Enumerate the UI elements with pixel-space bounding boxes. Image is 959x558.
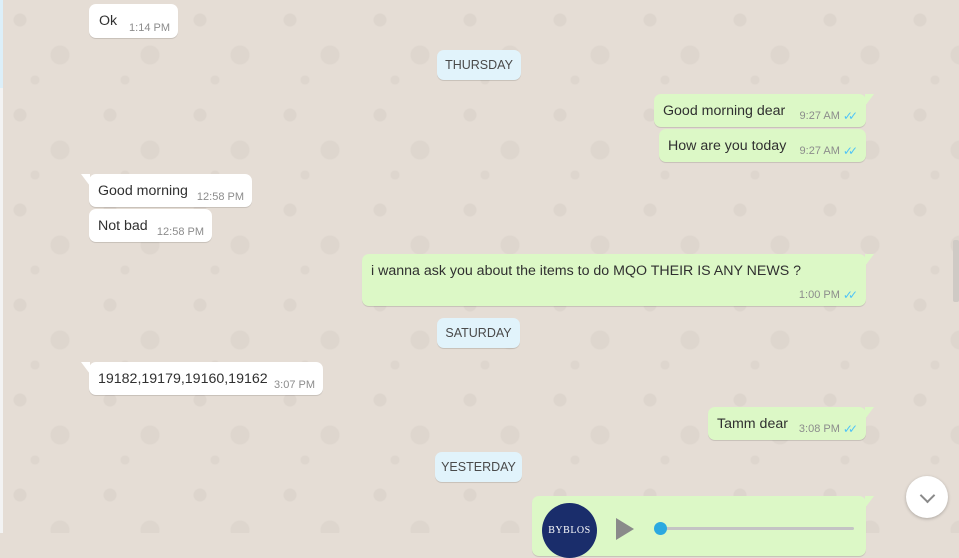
scrollbar-thumb[interactable] xyxy=(953,240,959,302)
message-incoming[interactable]: Not bad 12:58 PM xyxy=(89,209,212,242)
message-meta: 9:27 AM ✓✓ xyxy=(799,144,859,158)
message-text: 19182,19179,19160,19162 xyxy=(98,371,268,387)
message-outgoing[interactable]: How are you today 9:27 AM ✓✓ xyxy=(659,129,866,162)
double-check-icon: ✓✓ xyxy=(842,288,858,302)
double-check-icon: ✓✓ xyxy=(842,109,858,123)
message-time: 9:27 AM xyxy=(799,110,840,122)
message-text: Good morning dear xyxy=(663,103,786,119)
day-divider: SATURDAY xyxy=(437,318,520,348)
double-check-icon: ✓✓ xyxy=(842,144,858,158)
sender-avatar: BYBLOS xyxy=(542,503,597,558)
message-time: 1:14 PM xyxy=(129,22,170,34)
message-incoming[interactable]: Good morning 12:58 PM xyxy=(81,174,252,207)
message-time: 12:58 PM xyxy=(156,226,204,238)
message-incoming[interactable]: Ok 1:14 PM xyxy=(89,4,178,38)
double-check-icon: ✓✓ xyxy=(842,422,858,436)
play-icon[interactable] xyxy=(616,518,634,540)
message-meta: 3:08 PM ✓✓ xyxy=(799,422,858,436)
message-text: i wanna ask you about the items to do MQ… xyxy=(371,263,802,279)
chat-list-edge-lower xyxy=(0,88,3,533)
message-time: 1:00 PM xyxy=(798,289,840,301)
message-time: 3:07 PM xyxy=(274,379,315,391)
message-time: 9:27 AM xyxy=(799,145,840,157)
audio-progress-track[interactable] xyxy=(660,527,854,530)
message-meta: 1:00 PM ✓✓ xyxy=(799,288,858,302)
chat-list-edge xyxy=(0,0,3,88)
message-text: Tamm dear xyxy=(717,416,788,432)
message-time: 12:58 PM xyxy=(196,191,244,203)
message-outgoing[interactable]: Good morning dear 9:27 AM ✓✓ xyxy=(654,94,874,127)
audio-progress-knob[interactable] xyxy=(654,522,667,535)
message-text: How are you today xyxy=(668,138,787,154)
message-time: 3:08 PM xyxy=(798,423,840,435)
message-outgoing[interactable]: i wanna ask you about the items to do MQ… xyxy=(362,254,874,306)
message-text: Good morning xyxy=(98,183,188,199)
scroll-to-bottom-button[interactable] xyxy=(906,476,948,518)
message-text: Not bad xyxy=(98,218,148,234)
message-outgoing[interactable]: Tamm dear 3:08 PM ✓✓ xyxy=(708,407,874,440)
message-incoming[interactable]: 19182,19179,19160,19162 3:07 PM xyxy=(81,362,323,395)
voice-message[interactable]: BYBLOS xyxy=(532,496,874,558)
day-divider: YESTERDAY xyxy=(435,452,522,482)
chevron-down-icon xyxy=(919,487,935,503)
message-text: Ok xyxy=(99,13,118,29)
day-divider: THURSDAY xyxy=(437,50,521,80)
message-meta: 9:27 AM ✓✓ xyxy=(799,109,859,123)
